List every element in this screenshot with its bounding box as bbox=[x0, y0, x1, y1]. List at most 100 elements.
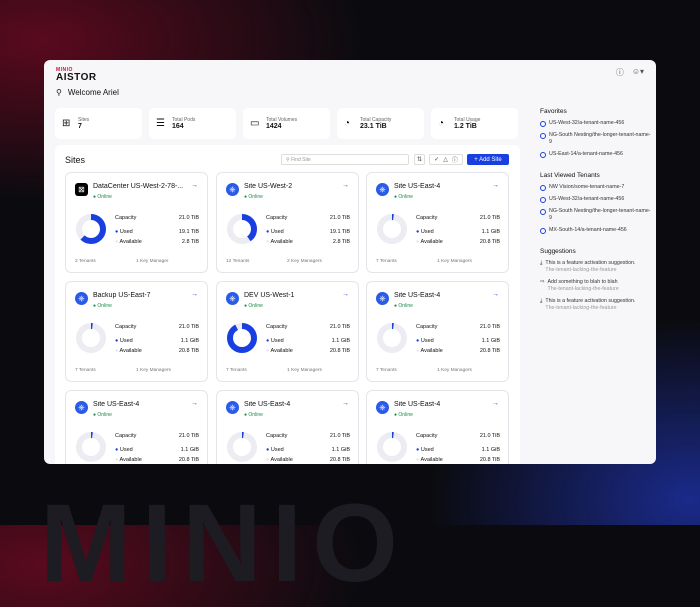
open-arrow-icon[interactable]: → bbox=[492, 182, 499, 189]
site-card[interactable]: ⎈ Backup US-East-7 ● Online → Capacity 21.0 T… bbox=[65, 281, 208, 382]
recent-label: MX-South-14/a-tenant-name-456 bbox=[549, 227, 627, 233]
available-row: ● Available 20.8 TiB bbox=[416, 239, 500, 245]
available-label: ● Available bbox=[416, 348, 443, 354]
stat-value: 164 bbox=[172, 123, 184, 130]
sort-button[interactable]: ⇅ bbox=[414, 154, 425, 165]
tenant-count: 7 Tenants bbox=[376, 368, 397, 373]
open-arrow-icon[interactable]: → bbox=[191, 291, 198, 298]
used-label-text: Used bbox=[420, 338, 434, 344]
status-badge: ● Online bbox=[244, 303, 263, 309]
recent-item[interactable]: NG-South Nesting/the-longer-tenant-name-… bbox=[540, 208, 652, 222]
usage-donut bbox=[76, 214, 106, 244]
suggestion-text: This is a feature activation suggestion.… bbox=[545, 260, 635, 274]
available-label: ● Available bbox=[115, 348, 142, 354]
capacity-row: Capacity 21.0 TiB bbox=[266, 324, 350, 330]
section-title: Favorites bbox=[540, 108, 567, 115]
add-site-button[interactable]: + Add Site bbox=[467, 154, 509, 165]
capacity-label-text: Capacity bbox=[115, 324, 137, 330]
suggestion-title: Add something to blah to blah bbox=[547, 279, 618, 285]
open-arrow-icon[interactable]: → bbox=[191, 400, 198, 407]
usage-donut bbox=[227, 214, 257, 244]
capacity-label: Capacity bbox=[115, 324, 136, 330]
kubernetes-icon: ⎈ bbox=[376, 292, 389, 305]
capacity-label-text: Capacity bbox=[416, 324, 438, 330]
recent-item[interactable]: NW Vision/some-tenant-name-7 bbox=[540, 184, 652, 191]
favorite-item[interactable]: US-West-32/a-tenant-name-456 bbox=[540, 120, 652, 127]
capacity-row: Capacity 21.0 TiB bbox=[266, 433, 350, 439]
pie-icon: ◔ bbox=[438, 118, 445, 129]
status-text: Online bbox=[97, 194, 112, 200]
favorite-item[interactable]: NG-South Nesting/the-longer-tenant-name-… bbox=[540, 132, 652, 146]
used-row: ● Used 1.1 GiB bbox=[416, 338, 500, 344]
key-manager-count: 1 Key Managers bbox=[437, 368, 472, 373]
site-card[interactable]: ⎈ Site US-East-4 ● Online → Capacity 21.0 TiB… bbox=[366, 281, 509, 382]
favorite-item[interactable]: US-East-14/a-tenant-name-456 bbox=[540, 151, 652, 158]
stat-text: Total Capacity 23.1 TiB bbox=[360, 117, 391, 130]
capacity-row: Capacity 21.0 TiB bbox=[416, 215, 500, 221]
available-row: ● Available 20.8 TiB bbox=[266, 457, 350, 463]
available-label: ● Available bbox=[266, 457, 293, 463]
site-card[interactable]: ⎈ Site US-West-2 ● Online → Capacity 21.0 TiB… bbox=[216, 172, 359, 273]
available-value: 20.8 TiB bbox=[178, 348, 199, 354]
used-value: 1.1 GiB bbox=[180, 447, 199, 453]
available-label: ● Available bbox=[416, 239, 443, 245]
suggestion-icon: ⤓ bbox=[540, 298, 543, 304]
welcome-text: Welcome Ariel bbox=[67, 88, 119, 97]
suggestion-item[interactable]: ⇨ Add something to blah to blah The-tenant… bbox=[540, 279, 652, 293]
check-filter-icon[interactable]: ✓ bbox=[434, 156, 439, 163]
error-filter-icon[interactable]: ⓘ bbox=[452, 155, 458, 164]
suggestion-icon: ⤓ bbox=[540, 260, 543, 266]
usage-donut bbox=[227, 432, 257, 462]
kubernetes-icon: ⎈ bbox=[226, 292, 239, 305]
stat-card: ▭ Total Volumes 1424 bbox=[243, 108, 330, 139]
site-card[interactable]: ⎈ DEV US-West-1 ● Online → Capacity 21.0 TiB ●… bbox=[216, 281, 359, 382]
recent-item[interactable]: MX-South-14/a-tenant-name-456 bbox=[540, 227, 652, 234]
used-label: ● Used bbox=[266, 229, 284, 235]
recent-label: NW Vision/some-tenant-name-7 bbox=[549, 184, 625, 190]
used-label-text: Used bbox=[119, 229, 133, 235]
usage-donut bbox=[227, 323, 257, 353]
suggestion-item[interactable]: ⤓ This is a feature activation suggestion… bbox=[540, 298, 652, 312]
site-card[interactable]: ⎈ Site US-East-4 ● Online → Capacity 21.0 TiB… bbox=[366, 172, 509, 273]
logo: MINIO AISTOR bbox=[56, 67, 97, 83]
available-label-text: Available bbox=[420, 457, 443, 463]
available-row: ● Available 2.8 TiB bbox=[266, 239, 350, 245]
donut-available bbox=[377, 323, 407, 353]
site-card[interactable]: ⎈ Site US-East-4 ● Online → Capacity 21.0 TiB… bbox=[366, 390, 509, 464]
donut-available bbox=[227, 432, 257, 462]
tenant-count: 7 Tenants bbox=[226, 368, 247, 373]
stat-text: Total Volumes 1424 bbox=[266, 117, 297, 130]
open-arrow-icon[interactable]: → bbox=[492, 291, 499, 298]
status-badge: ● Online bbox=[93, 303, 112, 309]
capacity-row: Capacity 21.0 TiB bbox=[115, 324, 199, 330]
open-arrow-icon[interactable]: → bbox=[342, 400, 349, 407]
available-label: ● Available bbox=[115, 457, 142, 463]
available-row: ● Available 2.8 TiB bbox=[115, 239, 199, 245]
suggestion-text: This is a feature activation suggestion.… bbox=[545, 298, 635, 312]
used-label-text: Used bbox=[270, 229, 284, 235]
suggestion-icon: ⇨ bbox=[540, 279, 545, 285]
sidebar: Favorites US-West-32/a-tenant-name-456 NG-… bbox=[530, 60, 656, 464]
open-arrow-icon[interactable]: → bbox=[342, 291, 349, 298]
site-card[interactable]: ⊠ DataCenter US-West-2-78-... ● Online → Cap… bbox=[65, 172, 208, 273]
favorite-label: US-West-32/a-tenant-name-456 bbox=[549, 120, 625, 126]
used-label-text: Used bbox=[270, 338, 284, 344]
capacity-value: 21.0 TiB bbox=[479, 433, 500, 439]
tenant-icon bbox=[540, 209, 546, 215]
search-input[interactable]: ⚲ Find Site bbox=[281, 154, 409, 165]
open-arrow-icon[interactable]: → bbox=[342, 182, 349, 189]
open-arrow-icon[interactable]: → bbox=[492, 400, 499, 407]
used-label: ● Used bbox=[115, 229, 133, 235]
available-value: 20.8 TiB bbox=[479, 348, 500, 354]
warning-filter-icon[interactable]: △ bbox=[443, 156, 448, 163]
used-label-text: Used bbox=[270, 447, 284, 453]
open-arrow-icon[interactable]: → bbox=[191, 182, 198, 189]
site-card[interactable]: ⎈ Site US-East-4 ● Online → Capacity 21.0 TiB… bbox=[65, 390, 208, 464]
site-card[interactable]: ⎈ Site US-East-4 ● Online → Capacity 21.0 TiB… bbox=[216, 390, 359, 464]
capacity-label-text: Capacity bbox=[115, 215, 137, 221]
available-label-text: Available bbox=[270, 348, 293, 354]
used-value: 1.1 GiB bbox=[331, 447, 350, 453]
suggestion-item[interactable]: ⤓ This is a feature activation suggestion… bbox=[540, 260, 652, 274]
stat-text: Sites 7 bbox=[78, 117, 89, 130]
recent-item[interactable]: US-West-32/a-tenant-name-456 bbox=[540, 196, 652, 203]
